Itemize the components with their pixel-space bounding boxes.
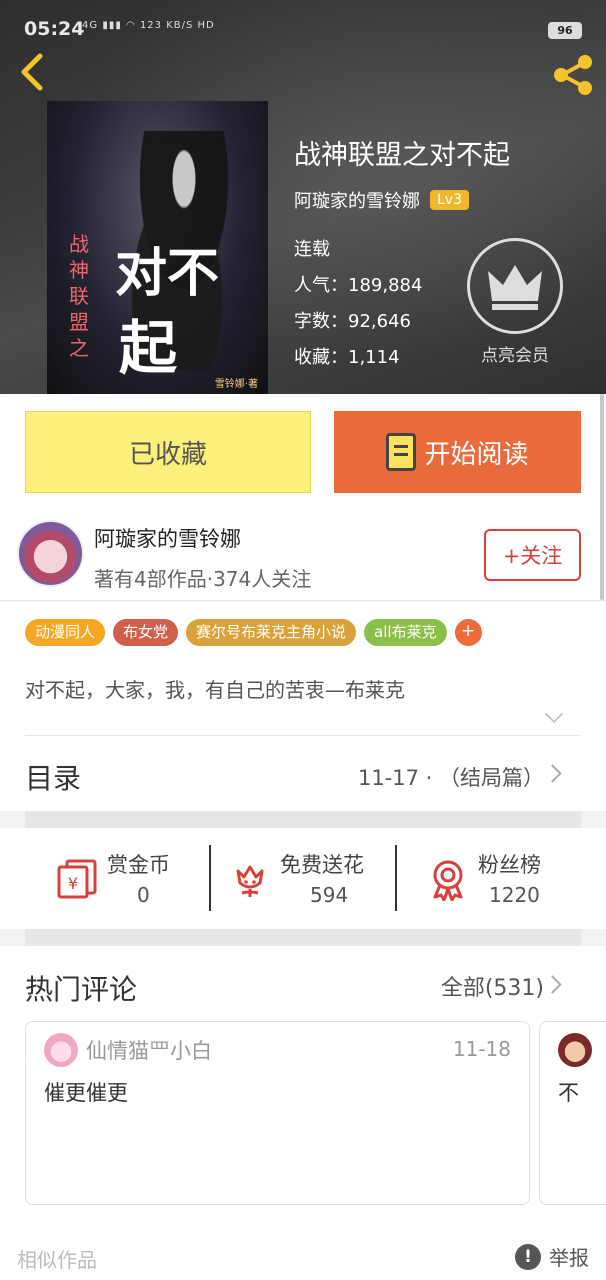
flowers-label: 免费送花	[280, 853, 364, 877]
battery-icon: 96	[548, 22, 582, 39]
author-line[interactable]: 阿璇家的雪铃娜 Lv3	[294, 187, 469, 213]
avatar[interactable]	[17, 520, 84, 587]
crown-icon	[467, 238, 563, 334]
tag[interactable]: 赛尔号布莱克主角小说	[186, 619, 357, 646]
status-bar: 05:24 4G ▮▮▮ ◠ 123 KB/S HD 96	[0, 0, 606, 44]
vip-button[interactable]: 点亮会员	[467, 238, 563, 368]
cover-title-line2: 起	[119, 314, 178, 382]
share-icon	[554, 55, 592, 95]
all-comments-link[interactable]: 全部(531)	[441, 970, 544, 1002]
tag-list: 动漫同人 布女党 赛尔号布莱克主角小说 all布莱克 +	[25, 619, 482, 646]
chevron-right-icon	[543, 975, 562, 994]
chevron-down-icon[interactable]	[544, 704, 564, 724]
fans-label: 粉丝榜	[478, 853, 541, 877]
favorite-count: 收藏：1,114	[294, 347, 400, 368]
tag[interactable]: all布莱克	[364, 619, 447, 646]
chevron-left-icon	[21, 53, 43, 91]
comment-text: 催更催更	[44, 1081, 128, 1105]
report-button[interactable]: ! 举报	[515, 1242, 589, 1271]
report-label: 举报	[549, 1246, 589, 1270]
fans-value: 1220	[489, 883, 540, 907]
book-intro: 动漫同人 布女党 赛尔号布莱克主角小说 all布莱克 + 对不起，大家，我，有自…	[0, 602, 606, 735]
tag[interactable]: 布女党	[113, 619, 179, 646]
avatar[interactable]	[558, 1033, 592, 1067]
support-stats: ¥ 赏金币 0 免费送花 594 粉丝榜 1220	[0, 828, 606, 929]
book-header: 05:24 4G ▮▮▮ ◠ 123 KB/S HD 96 战神联盟之 对不 雪…	[0, 0, 606, 394]
cover-title: 对不	[115, 243, 220, 304]
signal-icon: ▮▮▮	[102, 20, 122, 31]
cover-subtitle: 战神联盟之	[69, 232, 89, 360]
red-envelope-icon: ¥	[57, 859, 97, 899]
comment-card[interactable]: 不	[539, 1021, 606, 1205]
catalog-title: 目录	[25, 762, 82, 795]
hot-comments: 热门评论 全部(531) 仙情猫罒小白 11-18 催更催更 不	[0, 946, 606, 1236]
author-stats: 著有4部作品·374人关注	[94, 567, 312, 591]
level-badge: Lv3	[430, 190, 469, 210]
back-button[interactable]	[16, 52, 48, 92]
chevron-right-icon	[543, 764, 562, 783]
action-bar: 已收藏 开始阅读	[0, 394, 606, 509]
start-reading-button[interactable]: 开始阅读	[334, 411, 581, 493]
more-tags-button[interactable]: +	[454, 619, 482, 646]
similar-works-title: 相似作品	[17, 1248, 97, 1272]
author-card[interactable]: 阿璇家的雪铃娜 著有4部作品·374人关注 +关注	[0, 509, 606, 601]
favorited-button[interactable]: 已收藏	[25, 411, 311, 493]
catalog-row[interactable]: 目录 11-17 · （结局篇）	[0, 735, 606, 811]
cover-signature: 雪铃娜·著	[214, 379, 258, 390]
comment-date: 11-18	[452, 1037, 511, 1061]
reward-label: 赏金币	[107, 853, 170, 877]
latest-chapter[interactable]: 11-17 · （结局篇）	[358, 762, 544, 792]
divider	[209, 845, 211, 911]
reward-value: 0	[137, 883, 150, 907]
book-description: 对不起，大家，我，有自己的苦衷—布莱克	[25, 678, 405, 702]
network-indicator: 4G ▮▮▮ ◠ 123 KB/S HD	[82, 20, 215, 31]
follow-button[interactable]: +关注	[484, 529, 581, 581]
tag[interactable]: 动漫同人	[25, 619, 106, 646]
comment-card[interactable]: 仙情猫罒小白 11-18 催更催更	[25, 1021, 530, 1205]
book-icon	[386, 433, 417, 471]
wifi-icon: ◠	[126, 20, 136, 31]
flower-icon	[236, 865, 264, 897]
divider	[25, 735, 581, 736]
divider	[395, 845, 397, 911]
author-name[interactable]: 阿璇家的雪铃娜	[294, 187, 420, 213]
comment-user[interactable]: 仙情猫罒小白	[86, 1035, 212, 1065]
author-card-name[interactable]: 阿璇家的雪铃娜	[94, 523, 241, 553]
section-divider	[25, 929, 581, 946]
comments-title: 热门评论	[25, 973, 138, 1006]
footer-bar: 相似作品 ! 举报	[0, 1236, 606, 1280]
free-flowers[interactable]: 免费送花 594	[228, 845, 388, 911]
book-cover[interactable]: 战神联盟之 对不 雪铃娜·著 起	[47, 101, 268, 394]
start-reading-label: 开始阅读	[424, 439, 529, 470]
avatar[interactable]	[44, 1033, 78, 1067]
reward-coins[interactable]: ¥ 赏金币 0	[55, 845, 195, 911]
book-meta: 连载 人气：189,884 字数：92,646 收藏：1,114	[294, 232, 422, 376]
medal-icon	[433, 860, 463, 901]
status-time: 05:24	[24, 18, 85, 40]
scrollbar[interactable]	[600, 394, 604, 600]
alert-icon: !	[515, 1243, 541, 1270]
word-count: 字数：92,646	[294, 311, 411, 332]
book-title: 战神联盟之对不起	[294, 140, 510, 171]
vip-label: 点亮会员	[481, 346, 549, 366]
flowers-value: 594	[310, 883, 349, 907]
fan-ranking[interactable]: 粉丝榜 1220	[426, 845, 566, 911]
svg-text:¥: ¥	[68, 874, 78, 893]
popularity: 人气：189,884	[294, 275, 423, 296]
comment-text: 不	[558, 1081, 579, 1105]
serial-status: 连载	[294, 239, 330, 260]
share-button[interactable]	[550, 52, 596, 98]
section-divider	[25, 811, 581, 828]
